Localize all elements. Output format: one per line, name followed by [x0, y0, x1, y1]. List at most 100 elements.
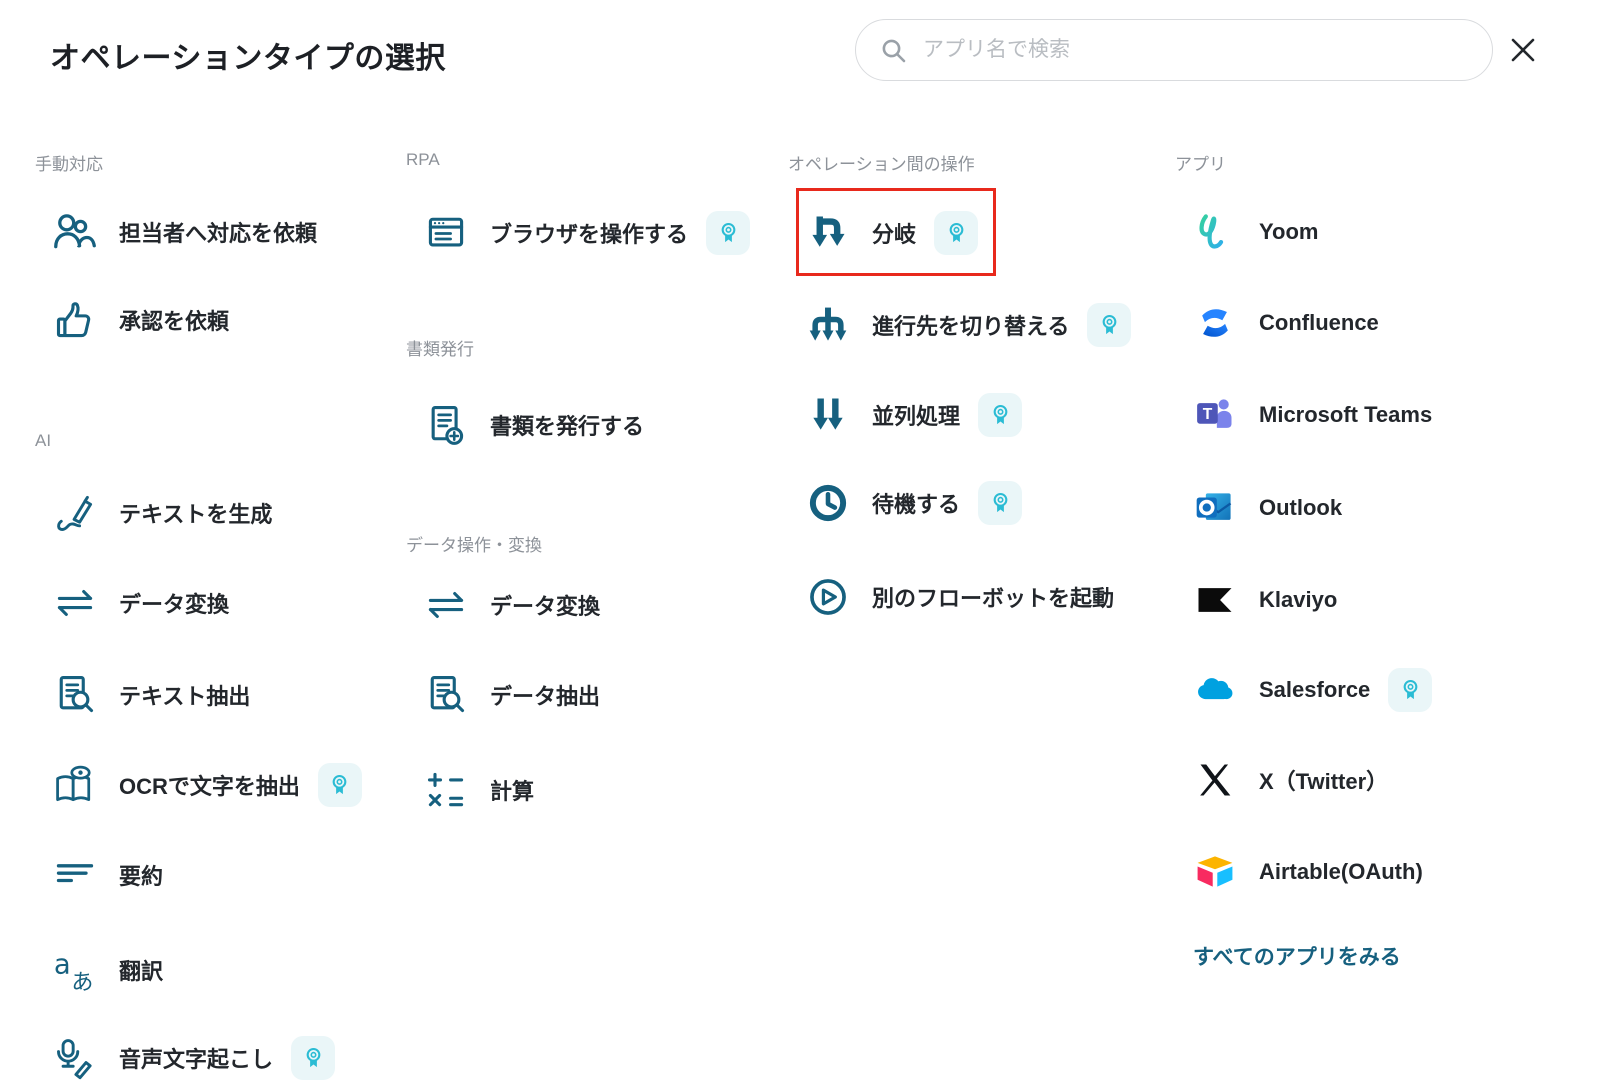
item-label: OCRで文字を抽出 [119, 774, 300, 799]
item-label: Airtable(OAuth) [1259, 859, 1423, 884]
section-label-manual: 手動対応 [35, 155, 103, 174]
airtable-logo [1193, 850, 1237, 894]
award-badge-icon [706, 211, 751, 255]
item-label: 書類を発行する [490, 414, 645, 439]
search-input[interactable] [921, 37, 1468, 63]
parallel-arrows-icon [806, 393, 850, 437]
item-app-outlook[interactable]: Outlook [1193, 476, 1342, 540]
book-eye-icon [53, 763, 97, 807]
item-launch-flowbot[interactable]: 別のフローボットを起動 [806, 565, 1114, 629]
browser-icon [424, 211, 468, 255]
award-badge-icon [978, 481, 1023, 525]
swap-arrows-icon [53, 581, 97, 625]
x-twitter-logo [1193, 758, 1237, 802]
item-app-salesforce[interactable]: Salesforce [1193, 658, 1433, 722]
item-parallel[interactable]: 並列処理 [806, 383, 1023, 447]
svg-text:a: a [54, 949, 71, 981]
item-issue-document[interactable]: 書類を発行する [424, 393, 644, 457]
award-badge-icon [317, 763, 362, 807]
item-app-x-twitter[interactable]: X（Twitter） [1193, 748, 1388, 812]
item-translate[interactable]: a あ 翻訳 [53, 938, 163, 1002]
section-label-docs: 書類発行 [406, 340, 474, 359]
item-app-airtable[interactable]: Airtable(OAuth) [1193, 840, 1423, 904]
column-manual-ai: 手動対応 担当者へ対応を依頼 承認を依頼 AI テキストを生成 データ変換 テキ… [35, 140, 420, 1088]
confluence-logo [1193, 301, 1237, 345]
search-icon [880, 37, 907, 64]
item-ocr[interactable]: OCRで文字を抽出 [53, 753, 362, 817]
item-operate-browser[interactable]: ブラウザを操作する [424, 201, 751, 265]
page-title: オペレーションタイプの選択 [50, 42, 446, 75]
item-label: テキスト抽出 [119, 684, 251, 709]
award-badge-icon [934, 211, 979, 255]
item-label: Salesforce [1259, 677, 1371, 702]
swap-arrows-icon [424, 583, 468, 627]
doc-plus-icon [424, 403, 468, 447]
item-app-yoom[interactable]: Yoom [1193, 200, 1318, 264]
item-request-staff[interactable]: 担当者へ対応を依頼 [53, 200, 317, 264]
item-calculate[interactable]: 計算 [424, 758, 534, 822]
svg-text:あ: あ [71, 970, 93, 992]
doc-search-icon [424, 673, 468, 717]
award-badge-icon [1388, 668, 1433, 712]
item-label: 翻訳 [119, 959, 164, 984]
item-label: 分岐 [872, 222, 917, 247]
search-box[interactable] [855, 19, 1493, 81]
pen-squiggle-icon [53, 491, 97, 535]
item-summarize[interactable]: 要約 [53, 843, 163, 907]
item-branch[interactable]: 分岐 [806, 201, 979, 265]
klaviyo-logo [1193, 578, 1237, 622]
yoom-logo [1193, 210, 1237, 254]
item-label: 進行先を切り替える [872, 314, 1070, 339]
column-interop: オペレーション間の操作 分岐 進行先を切り替える 並列処理 待機する 別のフロー… [788, 140, 1173, 1088]
item-label: 待機する [872, 492, 961, 517]
award-badge-icon [1087, 303, 1132, 347]
item-label: Klaviyo [1259, 587, 1338, 612]
section-label-dataops: データ操作・変換 [406, 536, 542, 555]
translate-icon: a あ [53, 948, 97, 992]
item-app-klaviyo[interactable]: Klaviyo [1193, 568, 1337, 632]
item-label: Microsoft Teams [1259, 402, 1433, 427]
item-data-extract[interactable]: データ抽出 [424, 663, 600, 727]
item-label: データ抽出 [490, 684, 601, 709]
outlook-logo [1193, 486, 1237, 530]
item-wait[interactable]: 待機する [806, 471, 1023, 535]
item-label: 並列処理 [872, 404, 961, 429]
item-switch-route[interactable]: 進行先を切り替える [806, 293, 1132, 357]
summary-lines-icon [53, 853, 97, 897]
award-badge-icon [291, 1036, 336, 1080]
switch-route-icon [806, 303, 850, 347]
item-app-confluence[interactable]: Confluence [1193, 291, 1379, 355]
microsoft-teams-logo: T [1193, 393, 1237, 437]
item-label: 計算 [490, 779, 535, 804]
item-request-approval[interactable]: 承認を依頼 [53, 288, 229, 352]
item-label: ブラウザを操作する [490, 222, 689, 247]
section-label-interop: オペレーション間の操作 [788, 155, 975, 174]
mic-pencil-icon [53, 1036, 97, 1080]
close-icon [1508, 35, 1538, 65]
item-label: データ変換 [119, 592, 230, 617]
item-label: Confluence [1259, 310, 1379, 335]
item-data-convert-ai[interactable]: データ変換 [53, 571, 229, 635]
doc-search-icon [53, 673, 97, 717]
calculator-icon [424, 768, 468, 812]
view-all-apps-link[interactable]: すべてのアプリをみる [1193, 941, 1401, 971]
item-label: テキストを生成 [119, 502, 273, 527]
item-generate-text[interactable]: テキストを生成 [53, 481, 272, 545]
close-button[interactable] [1502, 29, 1544, 71]
item-label: 音声文字起こし [119, 1047, 274, 1072]
item-label: 担当者へ対応を依頼 [119, 221, 318, 246]
salesforce-logo [1193, 668, 1237, 712]
item-extract-text[interactable]: テキスト抽出 [53, 663, 250, 727]
thumbs-up-icon [53, 298, 97, 342]
item-app-teams[interactable]: T Microsoft Teams [1193, 383, 1432, 447]
svg-text:T: T [1203, 406, 1213, 423]
section-label-apps: アプリ [1175, 155, 1226, 174]
award-badge-icon [978, 393, 1023, 437]
item-label: 要約 [119, 864, 164, 889]
play-circle-icon [806, 575, 850, 619]
section-label-ai: AI [35, 431, 52, 450]
item-data-convert[interactable]: データ変換 [424, 573, 600, 637]
clock-icon [806, 481, 850, 525]
item-transcribe[interactable]: 音声文字起こし [53, 1026, 336, 1090]
item-label: データ変換 [490, 594, 601, 619]
